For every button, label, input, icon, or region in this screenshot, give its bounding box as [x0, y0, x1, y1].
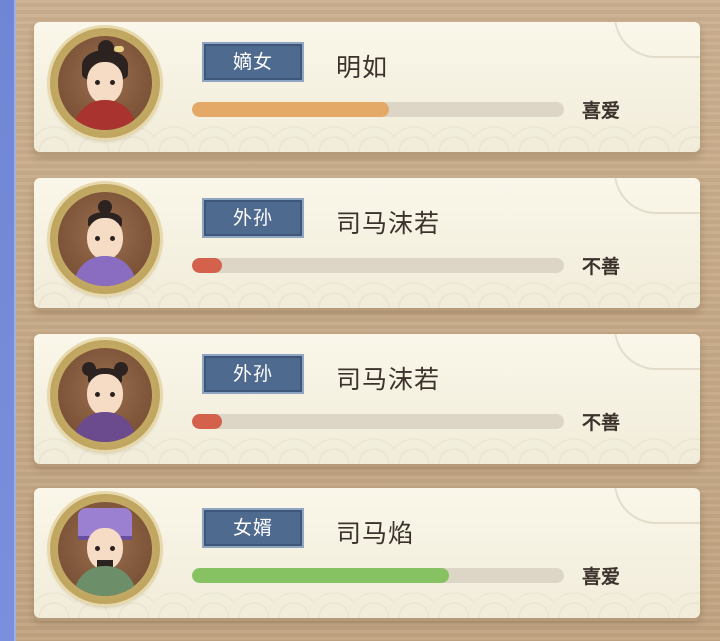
affection-bar-fill	[192, 102, 390, 117]
affection-level: 喜爱	[582, 566, 621, 588]
avatar-frame[interactable]	[50, 340, 160, 450]
relative-name: 明如	[336, 53, 389, 82]
relative-name: 司马沫若	[336, 365, 441, 394]
affection-bar-fill	[192, 258, 222, 273]
relation-tag: 外孙	[202, 198, 304, 238]
relative-card[interactable]: 外孙 司马沫若 不善	[34, 334, 700, 464]
avatar	[58, 36, 152, 130]
relative-card[interactable]: 嫡女 明如 喜爱	[34, 22, 700, 152]
avatar	[58, 348, 152, 442]
hair-ornament-icon	[114, 46, 124, 52]
affection-level: 不善	[582, 256, 621, 278]
relative-card[interactable]: 外孙 司马沫若 不善	[34, 178, 700, 308]
relation-tag: 女婿	[202, 508, 304, 548]
affection-bar	[192, 414, 564, 429]
relation-tag: 嫡女	[202, 42, 304, 82]
affection-bar-fill	[192, 414, 222, 429]
avatar-frame[interactable]	[50, 28, 160, 138]
relative-name: 司马焰	[336, 519, 415, 548]
avatar-frame[interactable]	[50, 494, 160, 604]
affection-level: 不善	[582, 412, 621, 434]
side-panel-edge	[0, 0, 16, 641]
relative-card[interactable]: 女婿 司马焰 喜爱	[34, 488, 700, 618]
avatar	[58, 502, 152, 596]
affection-bar-fill	[192, 568, 449, 583]
relative-name: 司马沫若	[336, 209, 441, 238]
relation-tag: 外孙	[202, 354, 304, 394]
affection-bar	[192, 568, 564, 583]
avatar-frame[interactable]	[50, 184, 160, 294]
affection-level: 喜爱	[582, 100, 621, 122]
affection-bar	[192, 258, 564, 273]
affection-bar	[192, 102, 564, 117]
avatar	[58, 192, 152, 286]
